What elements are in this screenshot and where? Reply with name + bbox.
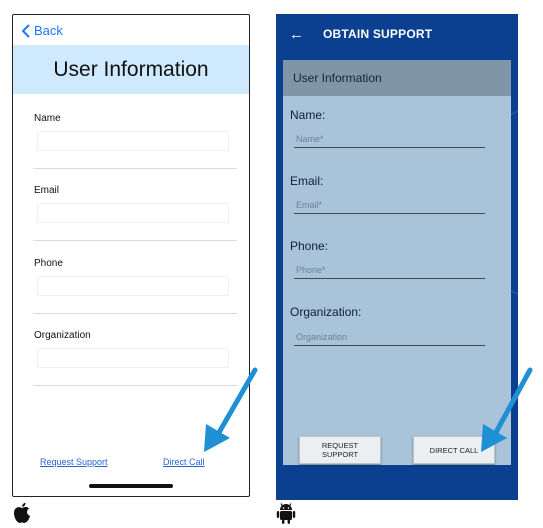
organization-field[interactable] <box>37 348 229 368</box>
app-bar: ← OBTAIN SUPPORT <box>276 14 518 54</box>
back-chevron-icon <box>21 23 30 38</box>
card-header: User Information <box>283 60 511 96</box>
request-support-button[interactable]: REQUEST SUPPORT <box>299 436 381 464</box>
email-field[interactable]: Email* <box>294 197 485 214</box>
phone-field[interactable]: Phone* <box>294 262 485 279</box>
name-label: Name: <box>290 108 326 122</box>
name-field[interactable]: Name* <box>294 131 485 148</box>
phone-field[interactable] <box>37 276 229 296</box>
card-title: User Information <box>293 71 382 85</box>
organization-label: Organization: <box>290 305 362 319</box>
name-label: Name <box>34 113 61 124</box>
phone-label: Phone <box>34 258 63 269</box>
divider <box>33 240 237 241</box>
request-support-link[interactable]: Request Support <box>40 457 108 467</box>
email-label: Email <box>34 185 60 196</box>
pointer-arrow-icon <box>481 367 533 452</box>
name-field[interactable] <box>37 131 229 151</box>
email-label: Email: <box>290 174 324 188</box>
back-arrow-icon[interactable]: ← <box>289 26 304 43</box>
request-support-button-label: REQUEST SUPPORT <box>321 441 359 459</box>
back-button[interactable]: Back <box>21 23 63 38</box>
apple-logo-icon <box>14 502 30 523</box>
organization-field[interactable]: Organization <box>294 329 485 346</box>
divider <box>33 313 237 314</box>
app-bar-title: OBTAIN SUPPORT <box>323 27 433 41</box>
page-title: User Information <box>13 45 249 94</box>
home-indicator[interactable] <box>89 484 173 488</box>
organization-label: Organization <box>34 330 91 341</box>
divider <box>33 168 237 169</box>
android-logo-icon <box>276 503 296 524</box>
pointer-arrow-icon <box>204 367 258 452</box>
phone-label: Phone: <box>290 239 329 253</box>
email-field[interactable] <box>37 203 229 223</box>
direct-call-link[interactable]: Direct Call <box>163 457 205 467</box>
back-label: Back <box>34 23 63 38</box>
